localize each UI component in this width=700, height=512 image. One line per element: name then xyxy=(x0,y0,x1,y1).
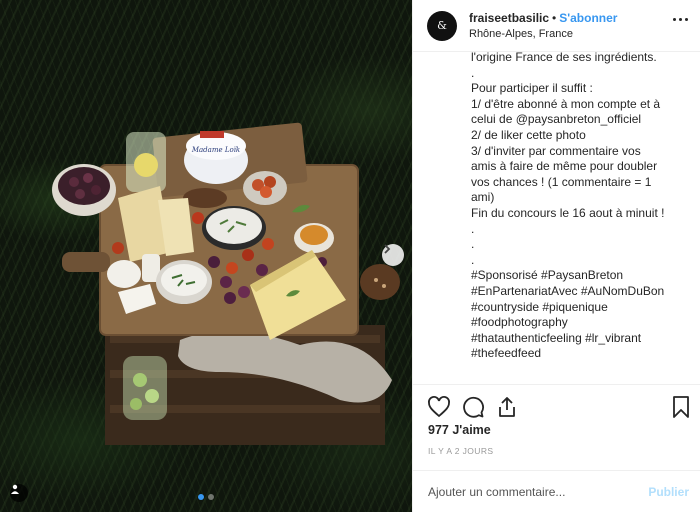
comment-icon[interactable] xyxy=(461,395,485,419)
caption-line[interactable]: #thefeedfeed xyxy=(471,346,699,362)
publish-button[interactable]: Publier xyxy=(648,485,689,499)
caption-line: 3/ d'inviter par commentaire vos xyxy=(471,143,641,158)
user-tag-icon xyxy=(11,484,19,494)
caption-line: vos chances ! (1 commentaire = 1 xyxy=(471,174,652,189)
comment-form: Publier xyxy=(413,470,700,512)
chevron-right-icon xyxy=(384,244,391,254)
post-photo[interactable]: Madame Loïk xyxy=(0,0,412,512)
share-icon[interactable] xyxy=(495,395,519,419)
heart-icon[interactable] xyxy=(427,395,451,419)
post-side-panel: & fraiseetbasilic • S'abonner Rhône-Alpes,… xyxy=(412,0,700,512)
comment-input[interactable] xyxy=(428,484,649,499)
action-bar xyxy=(413,384,700,428)
follow-button[interactable]: S'abonner xyxy=(559,11,617,25)
caption-line: 2/ de liker cette photo xyxy=(471,127,586,142)
caption-line: ami) xyxy=(471,190,495,205)
caption-line[interactable]: celui de @paysanbreton_officiel xyxy=(471,112,699,128)
like-count[interactable]: 977 J'aime xyxy=(428,423,491,437)
picnic-illustration: Madame Loïk xyxy=(52,122,400,445)
caption-line[interactable]: #thatauthenticfeeling #lr_vibrant xyxy=(471,331,699,347)
caption-line: Fin du concours le 16 aout à minuit ! xyxy=(471,205,665,220)
user-tag-button[interactable] xyxy=(10,484,28,502)
caption-line[interactable]: #countryside #piquenique xyxy=(471,300,699,316)
caption-line: . xyxy=(471,237,475,252)
username-link[interactable]: fraiseetbasilic xyxy=(469,11,549,25)
caption-line: 1/ d'être abonné à mon compte et à xyxy=(471,96,661,111)
bookmark-icon[interactable] xyxy=(669,395,693,419)
header-separator: • xyxy=(552,10,557,25)
cucumber-glass xyxy=(123,356,167,420)
cheese-label: Madame Loïk xyxy=(191,146,240,154)
carousel-indicator xyxy=(198,494,214,500)
caption-line[interactable]: #foodphotography xyxy=(471,315,699,331)
caption-line: amis à faire de même pour doubler xyxy=(471,159,658,174)
post-caption: l'origine France de ses ingrédients.. Pou… xyxy=(471,52,699,382)
avatar[interactable]: & xyxy=(427,10,457,41)
avatar-logo: & xyxy=(437,19,447,32)
caption-line: l'origine France de ses ingrédients. xyxy=(471,52,657,64)
carousel-dot-active xyxy=(198,494,204,500)
caption-line: . xyxy=(471,252,475,267)
caption-line: Pour participer il suffit : xyxy=(471,81,593,96)
next-photo-button[interactable] xyxy=(382,244,404,266)
caption-line: . xyxy=(471,221,475,236)
post-date[interactable]: IL Y A 2 JOURS xyxy=(428,446,493,456)
more-options-icon[interactable] xyxy=(673,18,688,21)
carousel-dot xyxy=(208,494,214,500)
location-link[interactable]: Rhône-Alpes, France xyxy=(469,26,617,42)
caption-line[interactable]: #Sponsorisé #PaysanBreton xyxy=(471,268,699,284)
caption-line[interactable]: #EnPartenariatAvec #AuNomDuBon xyxy=(471,284,699,300)
caption-line: . xyxy=(471,65,475,80)
post-header: & fraiseetbasilic • S'abonner Rhône-Alpes,… xyxy=(413,0,700,52)
